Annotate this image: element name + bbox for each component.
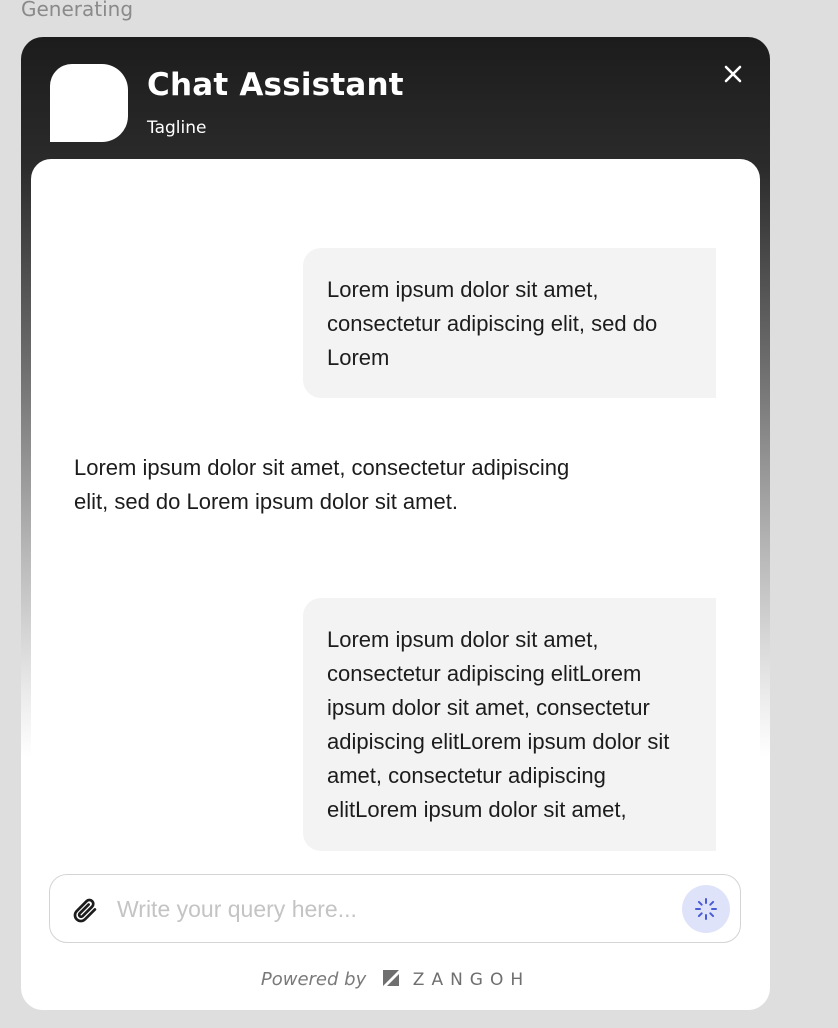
close-button[interactable] bbox=[719, 60, 747, 88]
chat-widget: Chat Assistant Tagline Lorem ipsum dolor… bbox=[21, 37, 770, 1010]
conversation-panel: Lorem ipsum dolor sit amet, consectetur … bbox=[31, 159, 760, 1010]
chat-header: Chat Assistant Tagline bbox=[21, 37, 770, 159]
user-message-bubble: Lorem ipsum dolor sit amet, consectetur … bbox=[303, 248, 716, 398]
chat-tagline: Tagline bbox=[147, 118, 207, 138]
chat-title: Chat Assistant bbox=[147, 67, 404, 103]
query-composer bbox=[49, 874, 741, 943]
zangoh-logo-icon bbox=[382, 970, 399, 986]
paperclip-icon[interactable] bbox=[71, 896, 99, 924]
generating-status: Generating bbox=[21, 0, 134, 21]
assistant-avatar bbox=[50, 64, 128, 142]
user-message-bubble: Lorem ipsum dolor sit amet, consectetur … bbox=[303, 598, 716, 851]
assistant-message: Lorem ipsum dolor sit amet, consectetur … bbox=[74, 455, 570, 514]
powered-by-footer: Powered by ZANGOH bbox=[31, 969, 760, 991]
close-icon bbox=[724, 65, 742, 83]
send-button[interactable] bbox=[682, 885, 730, 933]
powered-by-text: Powered by bbox=[260, 969, 367, 990]
spinner-icon bbox=[695, 898, 717, 920]
brand-name: ZANGOH bbox=[412, 970, 531, 990]
query-input[interactable] bbox=[117, 891, 657, 927]
